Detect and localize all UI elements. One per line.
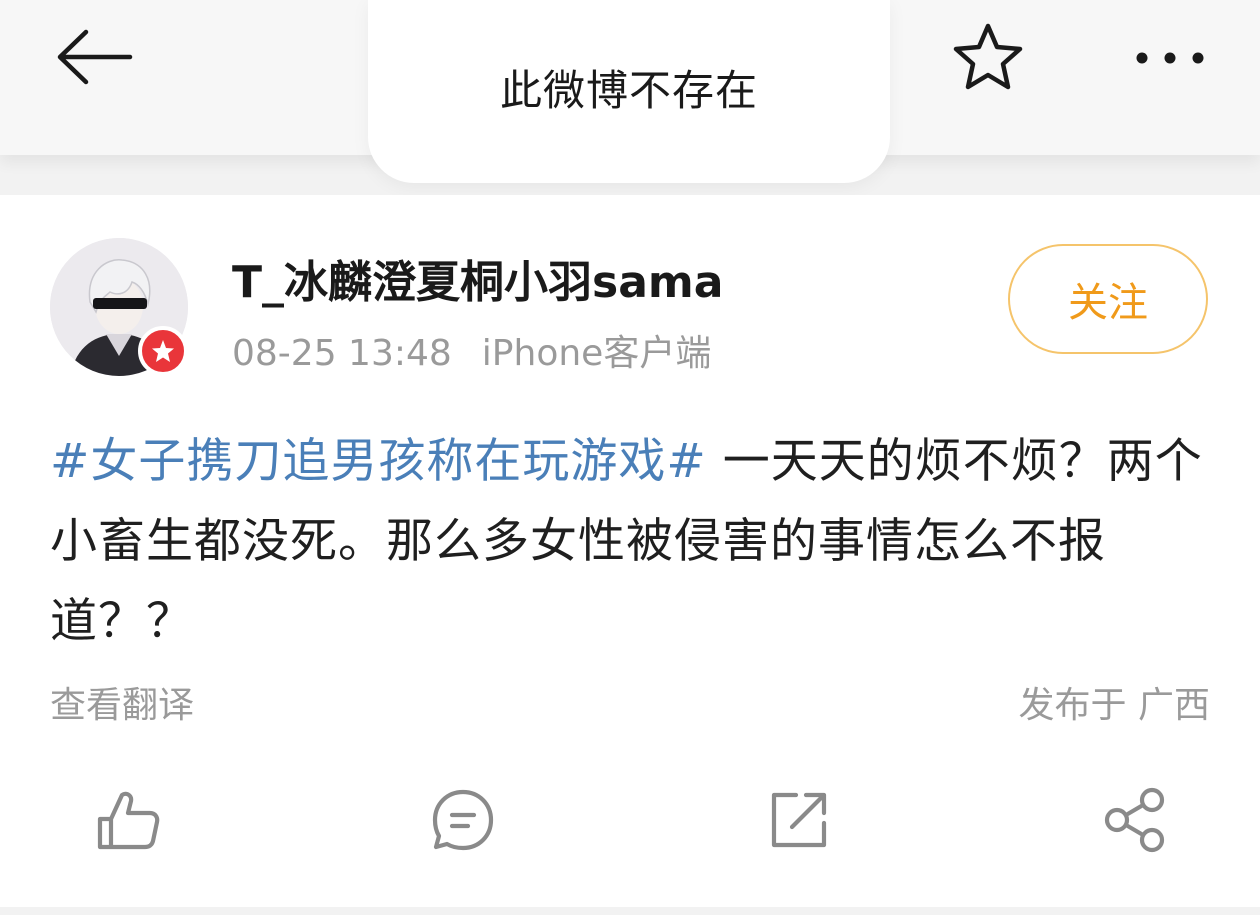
follow-button[interactable]: 关注 bbox=[1008, 244, 1208, 354]
back-arrow-icon bbox=[57, 29, 133, 85]
like-button[interactable] bbox=[94, 785, 164, 855]
star-badge-icon bbox=[152, 340, 174, 362]
star-icon bbox=[953, 23, 1023, 90]
favorite-button[interactable] bbox=[948, 18, 1028, 98]
post-text: #女子携刀追男孩称在玩游戏# 一天天的烦不烦？两个小畜生都没死。那么多女性被侵害… bbox=[50, 422, 1210, 662]
verified-badge bbox=[138, 326, 188, 376]
more-options-button[interactable] bbox=[1130, 38, 1210, 78]
view-translation-link[interactable]: 查看翻译 bbox=[50, 676, 194, 728]
repost-icon bbox=[771, 792, 827, 848]
bottom-divider bbox=[0, 907, 1260, 915]
post-date: 08-25 13:48 bbox=[232, 333, 452, 374]
post-hashtag[interactable]: #女子携刀追男孩称在玩游戏# bbox=[50, 434, 707, 489]
comment-button[interactable] bbox=[428, 785, 498, 855]
back-button[interactable] bbox=[50, 22, 140, 92]
page-title: 此微博不存在 bbox=[499, 66, 758, 115]
share-icon bbox=[1104, 787, 1165, 853]
repost-button[interactable] bbox=[764, 785, 834, 855]
page-title-pill: 此微博不存在 bbox=[368, 0, 890, 183]
post-meta: 08-25 13:48 iPhone客户端 bbox=[232, 324, 711, 376]
post-source: iPhone客户端 bbox=[481, 333, 712, 374]
thumbs-up-icon bbox=[97, 791, 160, 850]
share-button[interactable] bbox=[1100, 785, 1170, 855]
comment-icon bbox=[432, 789, 494, 851]
post-location: 发布于 广西 bbox=[1018, 685, 1210, 726]
more-dots-icon bbox=[1136, 52, 1204, 64]
username[interactable]: T_冰麟澄夏桐小羽sama bbox=[232, 246, 723, 310]
